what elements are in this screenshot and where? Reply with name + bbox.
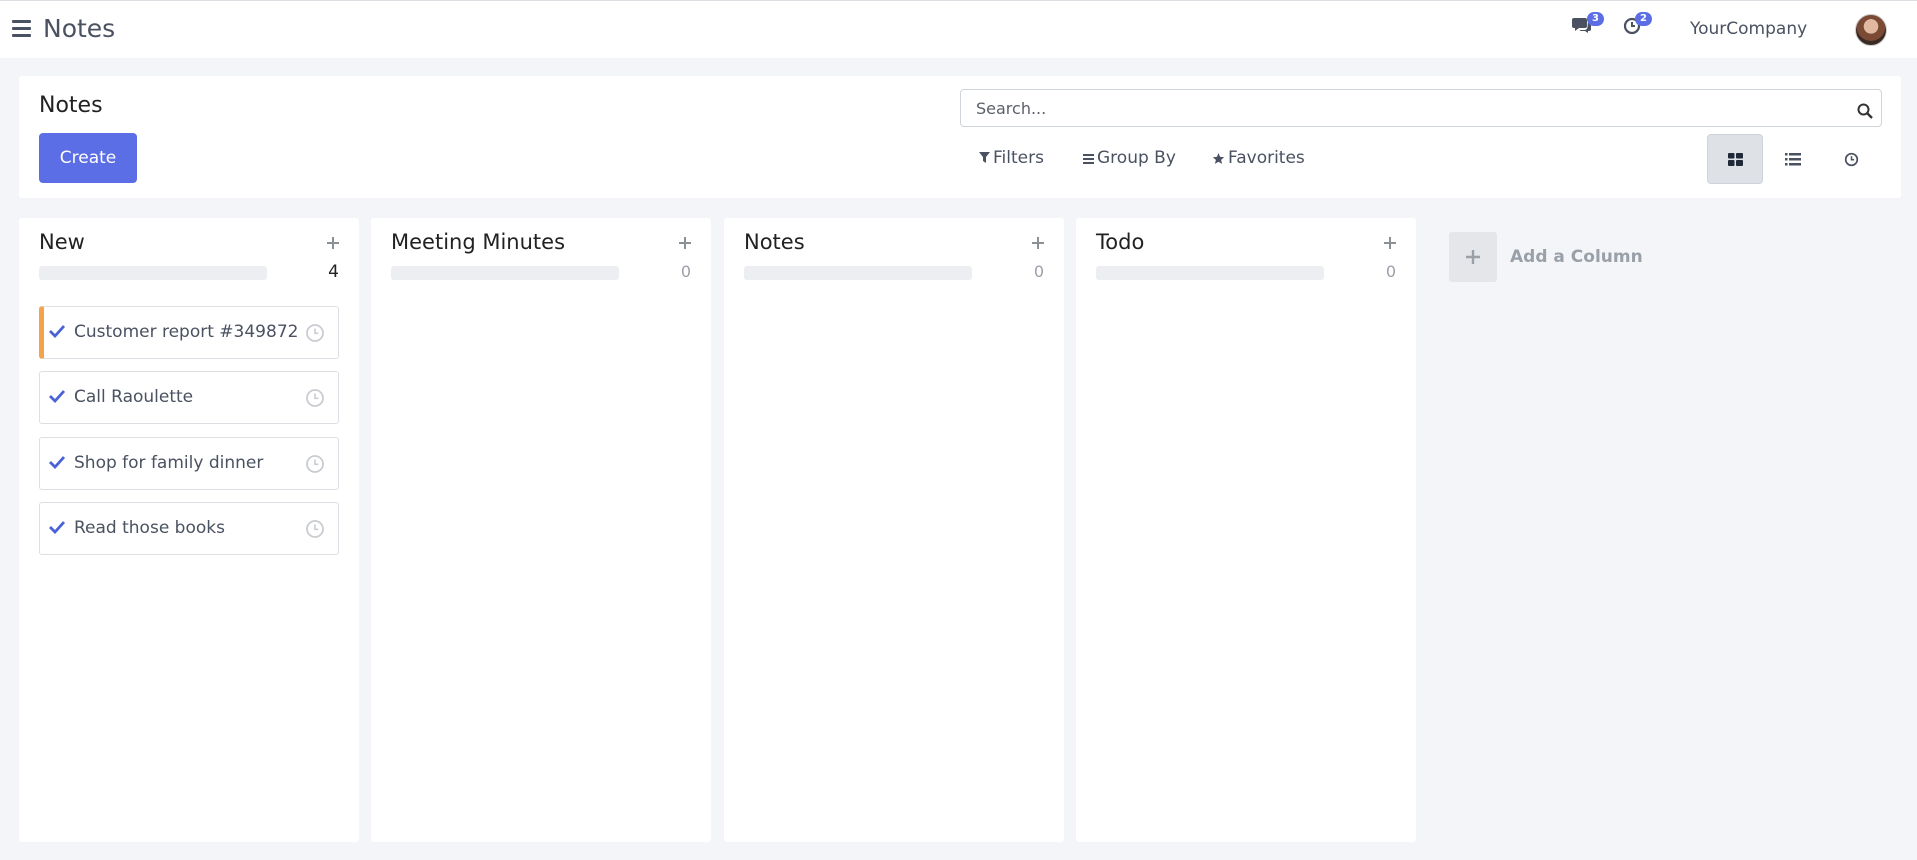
- column-quick-create-button[interactable]: [1384, 232, 1396, 252]
- activities-button[interactable]: 2: [1623, 12, 1652, 39]
- column-title: Meeting Minutes: [391, 230, 566, 254]
- add-column-label: Add a Column: [1510, 247, 1643, 267]
- column-title: Todo: [1096, 230, 1145, 254]
- search-box: [960, 89, 1882, 127]
- kanban-column-todo: Todo 0: [1076, 218, 1416, 842]
- plus-icon: [1384, 237, 1396, 249]
- star-icon: [1212, 152, 1225, 164]
- messages-badge: 3: [1587, 12, 1604, 26]
- search-input[interactable]: [961, 90, 1841, 126]
- column-quick-create-button[interactable]: [1032, 232, 1044, 252]
- clock-icon[interactable]: [305, 323, 325, 343]
- filter-icon: [979, 152, 990, 163]
- favorites-label: Favorites: [1228, 148, 1305, 168]
- add-column-button[interactable]: Add a Column: [1449, 232, 1643, 282]
- kanban-view-icon: [1727, 152, 1743, 166]
- group-by-dropdown[interactable]: Group By: [1083, 148, 1176, 168]
- activities-badge: 2: [1635, 12, 1652, 26]
- kanban-column-meeting-minutes: Meeting Minutes 0: [371, 218, 711, 842]
- column-progress-bar[interactable]: [39, 266, 267, 280]
- column-progress-bar[interactable]: [744, 266, 972, 280]
- column-quick-create-button[interactable]: [679, 232, 691, 252]
- column-count: 0: [1385, 262, 1396, 281]
- list-view-button[interactable]: [1765, 134, 1821, 184]
- plus-icon: [1449, 232, 1497, 282]
- messages-button[interactable]: 3: [1571, 12, 1604, 39]
- favorites-dropdown[interactable]: Favorites: [1212, 148, 1305, 168]
- filters-label: Filters: [993, 148, 1044, 168]
- column-count: 0: [1033, 262, 1044, 281]
- column-count: 0: [680, 262, 691, 281]
- kanban-view-button[interactable]: [1707, 134, 1763, 184]
- plus-icon: [679, 237, 691, 249]
- create-button[interactable]: Create: [39, 133, 137, 183]
- column-count: 4: [328, 262, 339, 282]
- kanban-card[interactable]: Call Raoulette: [39, 371, 339, 424]
- app-title[interactable]: Notes: [43, 14, 115, 43]
- kanban-card[interactable]: Customer report #349872: [39, 306, 339, 359]
- activity-view-icon: [1844, 152, 1858, 166]
- group-by-icon: [1083, 153, 1094, 164]
- check-icon[interactable]: [49, 520, 65, 534]
- plus-icon: [1032, 237, 1044, 249]
- user-avatar[interactable]: [1855, 14, 1887, 46]
- kanban-card[interactable]: Shop for family dinner: [39, 437, 339, 490]
- activity-view-button[interactable]: [1823, 134, 1879, 184]
- company-switcher[interactable]: YourCompany: [1690, 19, 1807, 39]
- plus-icon: [327, 237, 339, 249]
- column-quick-create-button[interactable]: [327, 232, 339, 252]
- clock-icon[interactable]: [305, 519, 325, 539]
- kanban-column-new: New 4 Customer report #349872 Call Raoul…: [19, 218, 359, 842]
- column-progress-bar[interactable]: [1096, 266, 1324, 280]
- filters-dropdown[interactable]: Filters: [979, 148, 1044, 168]
- card-title: Customer report #349872: [74, 322, 299, 342]
- page-title: Notes: [39, 93, 103, 118]
- column-title: New: [39, 230, 85, 254]
- kanban-column-notes: Notes 0: [724, 218, 1064, 842]
- list-view-icon: [1785, 152, 1801, 165]
- top-navbar: Notes 3 2 YourCompany: [0, 0, 1917, 58]
- menu-icon[interactable]: [12, 20, 31, 37]
- clock-icon[interactable]: [305, 454, 325, 474]
- column-progress-bar[interactable]: [391, 266, 619, 280]
- check-icon[interactable]: [49, 324, 65, 338]
- kanban-card[interactable]: Read those books: [39, 502, 339, 555]
- check-icon[interactable]: [49, 455, 65, 469]
- search-icon[interactable]: [1857, 103, 1873, 119]
- card-title: Read those books: [74, 518, 225, 538]
- column-title: Notes: [744, 230, 805, 254]
- group-by-label: Group By: [1097, 148, 1176, 168]
- card-title: Shop for family dinner: [74, 453, 264, 473]
- control-panel: Notes Create Filters Group By Favorites: [19, 76, 1901, 198]
- clock-icon[interactable]: [305, 388, 325, 408]
- card-title: Call Raoulette: [74, 387, 194, 407]
- check-icon[interactable]: [49, 389, 65, 403]
